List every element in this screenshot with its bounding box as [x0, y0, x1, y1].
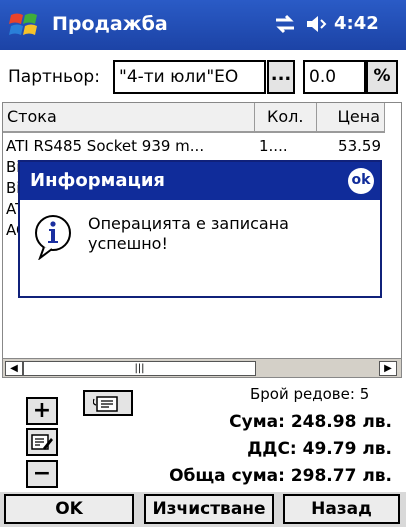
dialog-titlebar: Информация ok [20, 162, 380, 200]
horizontal-scrollbar[interactable]: ◀ ||| ▶ [3, 358, 401, 377]
table-row-item[interactable]: ATI RS485 Socket 939 m... [6, 136, 204, 156]
vat-total: ДДС: 49.79 лв. [247, 439, 392, 459]
discount-field[interactable]: 0.0 [303, 60, 366, 94]
percent-button[interactable]: % [366, 60, 398, 94]
partner-label: Партньор: [8, 67, 100, 87]
speaker-icon[interactable] [305, 13, 331, 35]
memo-button[interactable] [83, 390, 133, 416]
info-icon [35, 215, 71, 260]
back-button[interactable]: Назад [283, 494, 400, 524]
connectivity-icon[interactable] [272, 13, 298, 35]
clock[interactable]: 4:42 [334, 13, 379, 34]
remove-item-button[interactable]: − [26, 460, 58, 488]
grand-total: Обща сума: 298.77 лв. [169, 466, 392, 486]
title-bar: Продажба 4:42 [0, 0, 406, 50]
table-row-qty[interactable]: 1.... [259, 136, 288, 156]
windows-flag-icon[interactable] [8, 9, 40, 41]
app-title: Продажба [52, 13, 168, 35]
bottom-bar: OK Изчистване Назад [0, 492, 406, 527]
table-row-price[interactable]: 53.59 [333, 136, 381, 156]
memo-icon [92, 396, 118, 412]
clear-button[interactable]: Изчистване [144, 494, 274, 524]
column-header-qty[interactable]: Кол. [255, 103, 317, 133]
column-header-price[interactable]: Цена [317, 103, 385, 133]
edit-button[interactable] [26, 428, 58, 456]
dialog-ok-button[interactable]: ok [348, 168, 374, 194]
dialog-message: Операцията е записана успешно! [88, 214, 368, 254]
add-item-button[interactable]: + [26, 397, 58, 425]
scroll-thumb[interactable]: ||| [23, 361, 256, 376]
dialog-message-line: Операцията е записана [88, 214, 289, 233]
row-count: Брой редове: 5 [250, 385, 370, 403]
dialog-title: Информация [30, 170, 165, 191]
scroll-right-arrow-icon[interactable]: ▶ [379, 361, 397, 376]
dialog-message-line: успешно! [88, 234, 168, 253]
partner-field[interactable]: "4-ти юли"ЕО [113, 60, 266, 94]
scroll-left-arrow-icon[interactable]: ◀ [5, 361, 23, 376]
sum-total: Сума: 248.98 лв. [229, 412, 392, 432]
partner-browse-button[interactable]: ... [267, 60, 295, 94]
edit-icon [31, 434, 53, 450]
column-header-item[interactable]: Стока [3, 103, 255, 133]
info-dialog: Информация ok Операцията е записана успе… [18, 160, 382, 298]
ok-button[interactable]: OK [4, 494, 134, 524]
